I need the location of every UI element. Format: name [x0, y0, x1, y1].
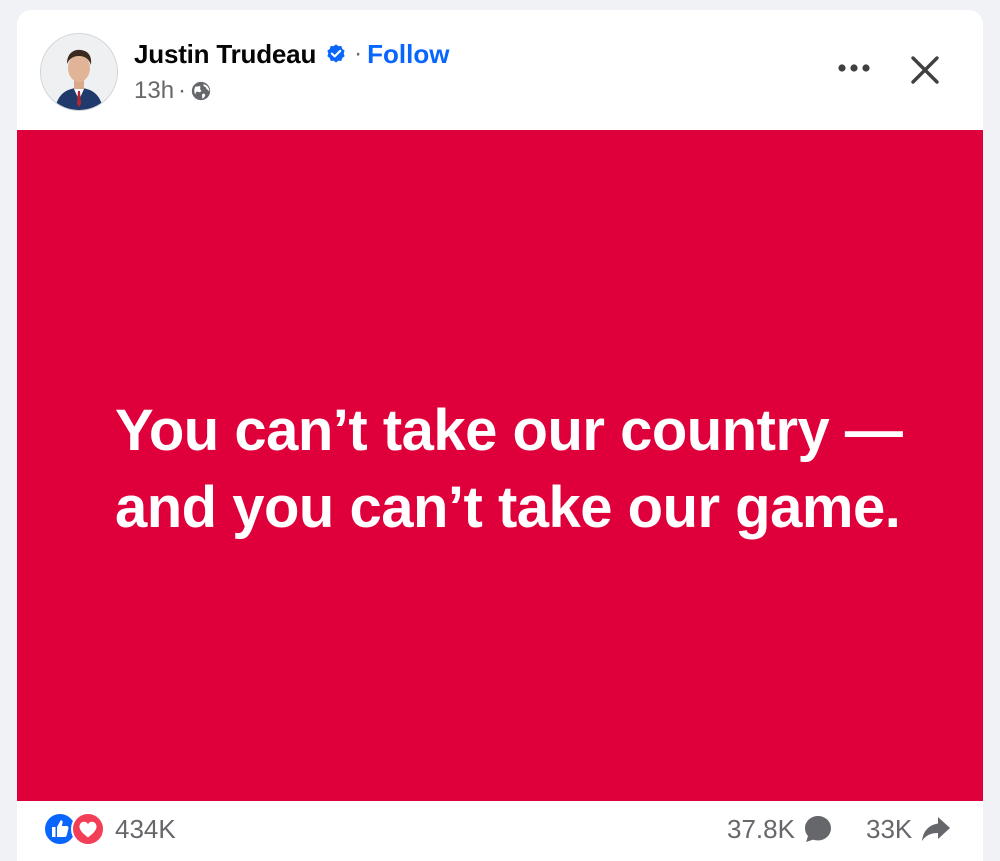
post-timestamp[interactable]: 13h: [134, 77, 174, 105]
reaction-icons: [43, 811, 115, 847]
post-header: Justin Trudeau · Follow 13h ·: [17, 10, 983, 130]
comments-count: 37.8K: [727, 813, 795, 844]
reactions-count: 434K: [115, 813, 176, 844]
share-icon: [922, 817, 951, 841]
reactions-summary[interactable]: 434K: [43, 811, 176, 847]
image-quote: You can’t take our country — and you can…: [115, 392, 935, 546]
close-button[interactable]: [901, 46, 949, 94]
post-meta: 13h ·: [134, 76, 212, 106]
close-icon: [911, 56, 939, 84]
globe-icon: [191, 81, 211, 101]
image-quote-line-2: and you can’t take our game.: [115, 475, 901, 540]
more-options-icon: [838, 64, 870, 72]
shares-count: 33K: [866, 813, 913, 844]
follow-button[interactable]: Follow: [367, 39, 449, 70]
post-card: Justin Trudeau · Follow 13h · You can’t …: [17, 10, 983, 861]
love-icon: [71, 812, 105, 846]
more-options-button[interactable]: [832, 50, 876, 86]
meta-separator: ·: [178, 77, 187, 104]
image-quote-line-1: You can’t take our country —: [115, 398, 903, 463]
author-row: Justin Trudeau · Follow: [134, 36, 449, 72]
comment-icon: [804, 816, 831, 842]
comments-summary[interactable]: 37.8K: [727, 811, 833, 847]
engagement-bar: 434K 37.8K 33K: [17, 801, 983, 861]
author-avatar[interactable]: [40, 33, 118, 111]
post-image[interactable]: You can’t take our country — and you can…: [17, 130, 983, 801]
author-name[interactable]: Justin Trudeau: [134, 39, 316, 70]
shares-summary[interactable]: 33K: [866, 811, 952, 847]
separator-dot: ·: [354, 40, 363, 67]
verified-badge-icon: [327, 44, 345, 63]
